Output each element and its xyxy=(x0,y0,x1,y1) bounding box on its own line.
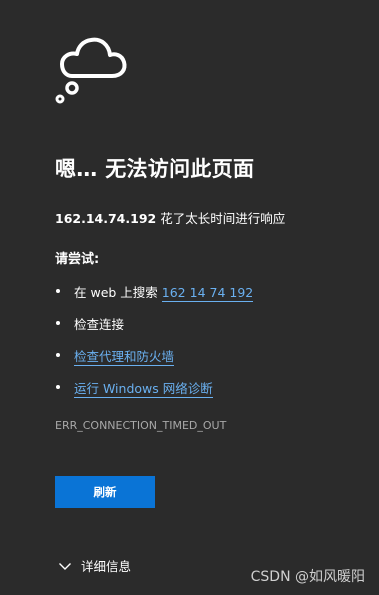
chevron-down-icon xyxy=(59,562,71,570)
details-label: 详细信息 xyxy=(81,559,132,574)
details-toggle[interactable]: 详细信息 xyxy=(58,556,131,575)
suggestion-check-connection: 检查连接 xyxy=(55,314,253,346)
error-code: ERR_CONNECTION_TIMED_OUT xyxy=(55,419,227,432)
suggestion-search-web: 在 web 上搜索 162 14 74 192 xyxy=(55,282,254,314)
suggestion-check-proxy: 检查代理和防火墙 xyxy=(55,346,253,378)
host-address: 162.14.74.192 xyxy=(55,211,157,226)
search-address-link[interactable]: 162 14 74 192 xyxy=(161,285,254,302)
check-proxy-firewall-link[interactable]: 检查代理和防火墙 xyxy=(74,349,175,366)
suggestions-list: 在 web 上搜索 162 14 74 192 检查连接 检查代理和防火墙 运行… xyxy=(55,282,254,410)
description-text: 花了太长时间进行响应 xyxy=(156,211,286,226)
check-connection-label: 检查连接 xyxy=(74,317,125,332)
refresh-button[interactable]: 刷新 xyxy=(55,476,155,508)
page-title: 嗯… 无法访问此页面 xyxy=(55,157,255,181)
watermark: CSDN @如风暖阳 xyxy=(250,569,365,585)
search-web-label: 在 web 上搜索 xyxy=(74,285,162,300)
try-heading: 请尝试: xyxy=(55,252,100,267)
suggestion-network-diagnostics: 运行 Windows 网络诊断 xyxy=(55,378,253,410)
network-diagnostics-link[interactable]: 运行 Windows 网络诊断 xyxy=(74,381,213,398)
cloud-thought-icon xyxy=(55,37,127,104)
error-description: 162.14.74.192 花了太长时间进行响应 xyxy=(55,208,285,227)
